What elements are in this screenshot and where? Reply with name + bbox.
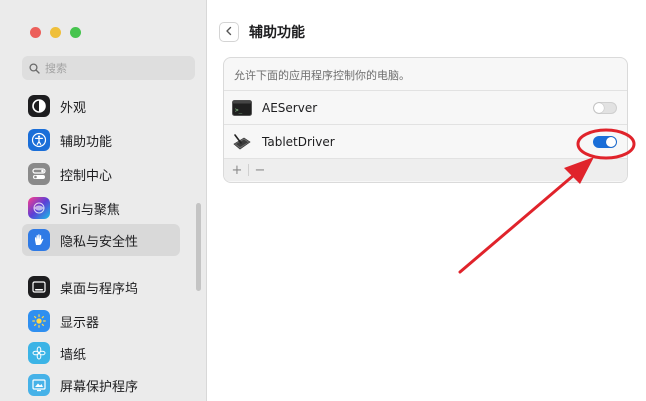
- zoom-window-button[interactable]: [70, 27, 81, 38]
- divider: [248, 164, 249, 176]
- minimize-window-button[interactable]: [50, 27, 61, 38]
- wallpaper-flower-icon: [28, 342, 50, 364]
- sidebar-item-label: 墙纸: [60, 347, 87, 363]
- panel-description: 允许下面的应用程序控制你的电脑。: [224, 58, 627, 91]
- accessibility-apps-panel: 允许下面的应用程序控制你的电脑。 >_ AEServer TabletDrive…: [223, 57, 628, 183]
- page-header: 辅助功能: [219, 22, 305, 42]
- privacy-hand-icon: [28, 229, 50, 251]
- sidebar-item-privacy-security[interactable]: 隐私与安全性: [22, 224, 180, 256]
- panel-footer: + −: [224, 159, 627, 181]
- search-icon: [29, 62, 40, 74]
- sidebar-item-label: 隐私与安全性: [60, 234, 139, 250]
- sidebar-item-appearance[interactable]: 外观: [22, 90, 180, 122]
- sidebar-scrollbar[interactable]: [196, 203, 201, 291]
- main-pane: 辅助功能 允许下面的应用程序控制你的电脑。 >_ AEServer Tablet…: [207, 0, 646, 401]
- toggle-knob: [594, 103, 604, 113]
- toggle-knob: [606, 137, 616, 147]
- sidebar-item-label: 屏幕保护程序: [60, 379, 139, 395]
- search-field[interactable]: [22, 56, 195, 80]
- aeserver-toggle[interactable]: [593, 102, 617, 114]
- sidebar-item-label: 桌面与程序坞: [60, 281, 139, 297]
- display-sun-icon: [28, 310, 50, 332]
- control-center-icon: [28, 163, 50, 185]
- sidebar-item-label: 显示器: [60, 315, 100, 331]
- remove-app-button[interactable]: −: [253, 162, 267, 178]
- settings-window: 外观 辅助功能 控制中心 Siri与聚焦: [0, 0, 646, 401]
- siri-icon: [28, 197, 50, 219]
- search-input[interactable]: [45, 61, 185, 75]
- appearance-icon: [28, 95, 50, 117]
- close-window-button[interactable]: [30, 27, 41, 38]
- sidebar-item-control-center[interactable]: 控制中心: [22, 158, 180, 190]
- sidebar: 外观 辅助功能 控制中心 Siri与聚焦: [0, 0, 207, 401]
- sidebar-item-wallpaper[interactable]: 墙纸: [22, 337, 180, 369]
- svg-text:>_: >_: [235, 107, 243, 114]
- chevron-left-icon: [224, 25, 234, 39]
- tabletdriver-toggle[interactable]: [593, 136, 617, 148]
- sidebar-item-desktop-dock[interactable]: 桌面与程序坞: [22, 271, 180, 303]
- terminal-app-icon: >_: [232, 99, 252, 116]
- desktop-dock-icon: [28, 276, 50, 298]
- sidebar-item-screensaver[interactable]: 屏幕保护程序: [22, 369, 180, 401]
- sidebar-item-label: 外观: [60, 100, 87, 116]
- sidebar-item-displays[interactable]: 显示器: [22, 305, 180, 337]
- sidebar-item-accessibility[interactable]: 辅助功能: [22, 124, 180, 156]
- app-name: AEServer: [262, 100, 318, 115]
- back-button[interactable]: [219, 22, 239, 42]
- sidebar-item-label: 控制中心: [60, 168, 113, 184]
- page-title: 辅助功能: [249, 25, 305, 41]
- app-row: TabletDriver: [224, 125, 627, 159]
- accessibility-icon: [28, 129, 50, 151]
- app-row: >_ AEServer: [224, 91, 627, 125]
- sidebar-item-siri[interactable]: Siri与聚焦: [22, 192, 180, 224]
- screensaver-icon: [28, 374, 50, 396]
- app-name: TabletDriver: [262, 134, 335, 149]
- sidebar-item-label: Siri与聚焦: [60, 202, 120, 218]
- window-controls: [30, 27, 81, 38]
- sidebar-item-label: 辅助功能: [60, 134, 113, 150]
- tablet-pen-icon: [232, 133, 252, 150]
- add-app-button[interactable]: +: [230, 162, 244, 178]
